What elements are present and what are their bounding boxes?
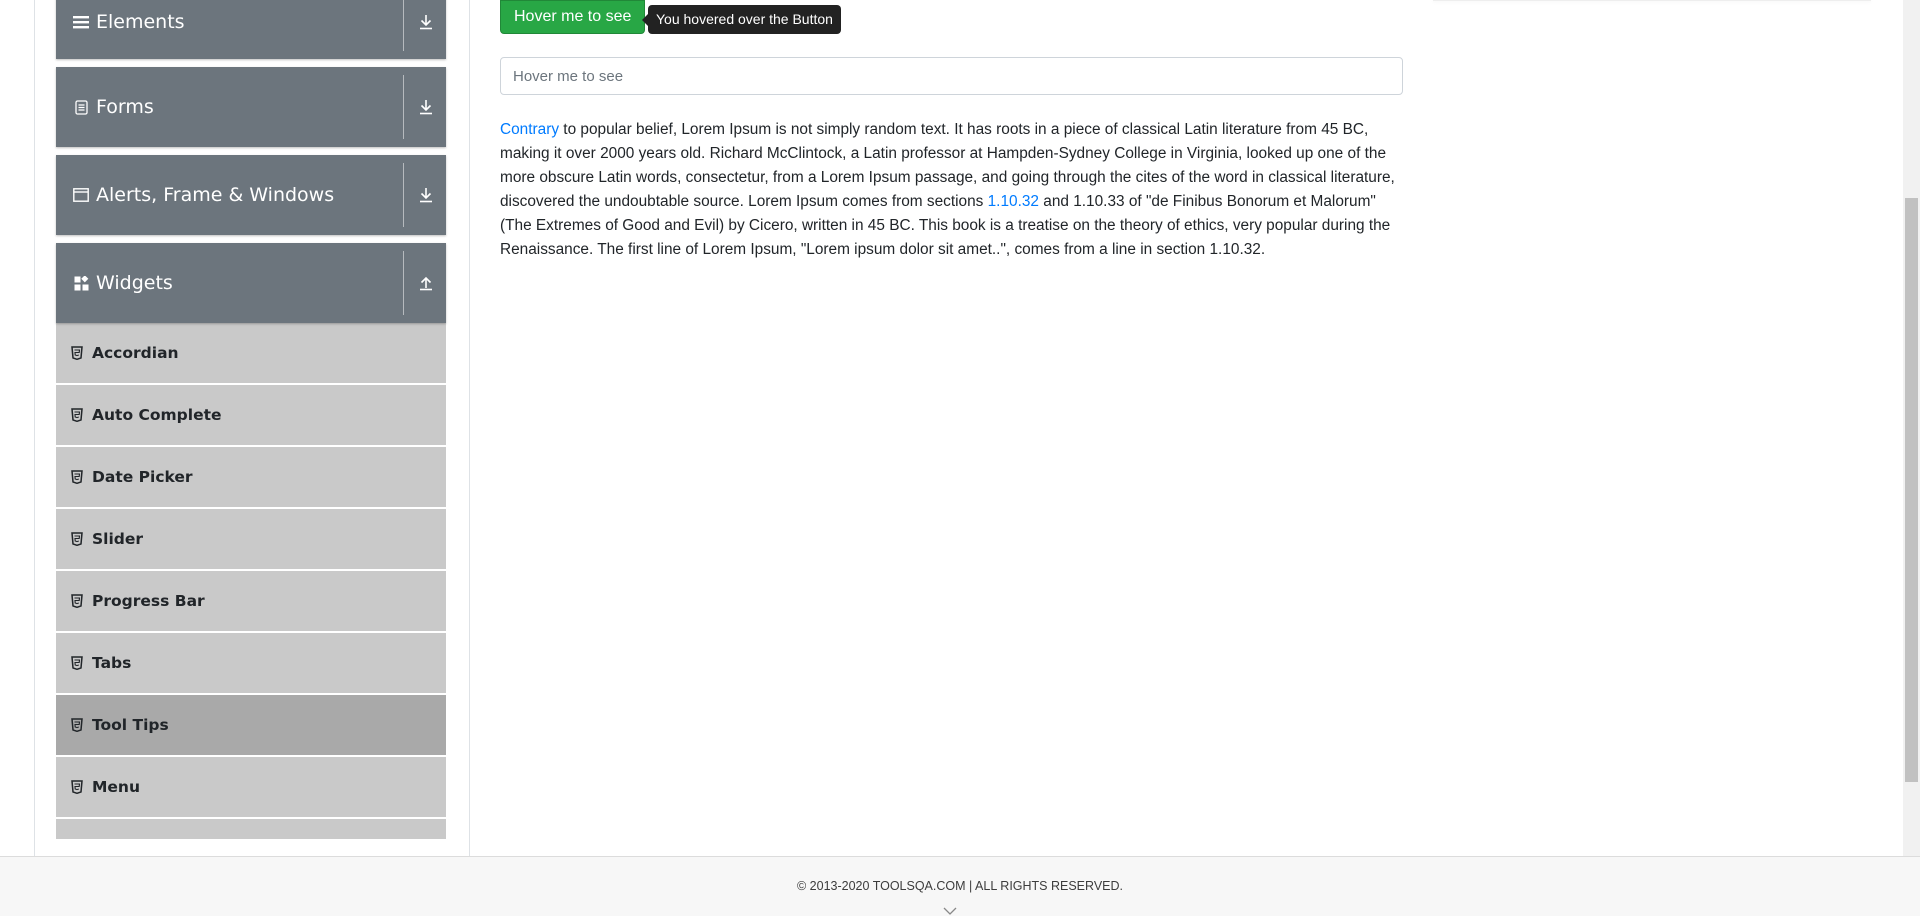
tooltip-hover-button[interactable]: Hover me to see: [500, 0, 646, 34]
group-header-alerts[interactable]: Alerts, Frame & Windows: [56, 155, 446, 235]
menu-item-accordian[interactable]: Accordian: [56, 323, 446, 385]
header-separator: [403, 0, 404, 51]
download-arrow-icon[interactable]: [416, 12, 436, 32]
group-header-label: Widgets: [96, 272, 173, 294]
window-icon: [72, 186, 90, 204]
button-tooltip: You hovered over the Button: [642, 5, 841, 34]
hamburger-icon: [72, 13, 90, 31]
menu-item-menu[interactable]: Menu: [56, 757, 446, 819]
tooltip-hover-input[interactable]: [500, 57, 1403, 95]
footer-copyright: © 2013-2020 TOOLSQA.COM | ALL RIGHTS RES…: [796, 879, 1123, 893]
html5-icon: [71, 346, 85, 360]
menu-item-tabs[interactable]: Tabs: [56, 633, 446, 695]
document-icon: [72, 98, 90, 116]
download-arrow-icon[interactable]: [416, 185, 436, 205]
group-header-widgets[interactable]: Widgets: [56, 243, 446, 323]
chevron-down-icon[interactable]: [943, 901, 957, 915]
scrollbar-thumb[interactable]: [1905, 198, 1918, 782]
group-header-forms[interactable]: Forms: [56, 67, 446, 147]
html5-icon: [71, 532, 85, 546]
group-header-label: Forms: [96, 96, 154, 118]
page-scrollbar[interactable]: [1903, 0, 1920, 856]
sidebar-divider: [469, 0, 470, 856]
header-separator: [403, 75, 404, 139]
menu-item-label: Slider: [92, 530, 144, 548]
html5-icon: [71, 718, 85, 732]
sidebar: Elements Forms Alerts, Frame & Windows W…: [56, 0, 446, 839]
header-separator: [403, 251, 404, 315]
menu-item-progress-bar[interactable]: Progress Bar: [56, 571, 446, 633]
footer: © 2013-2020 TOOLSQA.COM | ALL RIGHTS RES…: [0, 856, 1920, 916]
widgets-icon: [72, 274, 90, 292]
html5-icon: [71, 594, 85, 608]
section-link[interactable]: 1.10.32: [988, 193, 1039, 210]
menu-item-label: Progress Bar: [92, 592, 205, 610]
container-border: [34, 0, 35, 856]
group-header-label: Elements: [96, 11, 185, 33]
html5-icon: [71, 470, 85, 484]
page: Elements Forms Alerts, Frame & Windows W…: [0, 0, 1920, 916]
menu-item-label: Date Picker: [92, 468, 193, 486]
header-separator: [403, 163, 404, 227]
download-arrow-icon[interactable]: [416, 97, 436, 117]
menu-item-label: Tabs: [92, 654, 132, 672]
menu-item-label: Auto Complete: [92, 406, 222, 424]
group-header-elements[interactable]: Elements: [56, 0, 446, 59]
contrary-link[interactable]: Contrary: [500, 121, 559, 138]
menu-item-date-picker[interactable]: Date Picker: [56, 447, 446, 509]
group-header-label: Alerts, Frame & Windows: [96, 184, 335, 206]
widgets-menu-list: Accordian Auto Complete Date Picker Slid…: [56, 323, 446, 839]
menu-item-slider[interactable]: Slider: [56, 509, 446, 571]
menu-item-tool-tips[interactable]: Tool Tips: [56, 695, 446, 757]
tooltip-paragraph: Contrary to popular belief, Lorem Ipsum …: [500, 118, 1404, 262]
menu-item-label: Menu: [92, 778, 141, 796]
menu-item-label: Accordian: [92, 344, 179, 362]
right-panel-edge: [1433, 0, 1871, 1]
menu-item-label: Tool Tips: [92, 716, 169, 734]
upload-arrow-icon[interactable]: [416, 273, 436, 293]
html5-icon: [71, 408, 85, 422]
html5-icon: [71, 780, 85, 794]
html5-icon: [71, 656, 85, 670]
menu-item-next[interactable]: [56, 819, 446, 839]
menu-item-auto-complete[interactable]: Auto Complete: [56, 385, 446, 447]
